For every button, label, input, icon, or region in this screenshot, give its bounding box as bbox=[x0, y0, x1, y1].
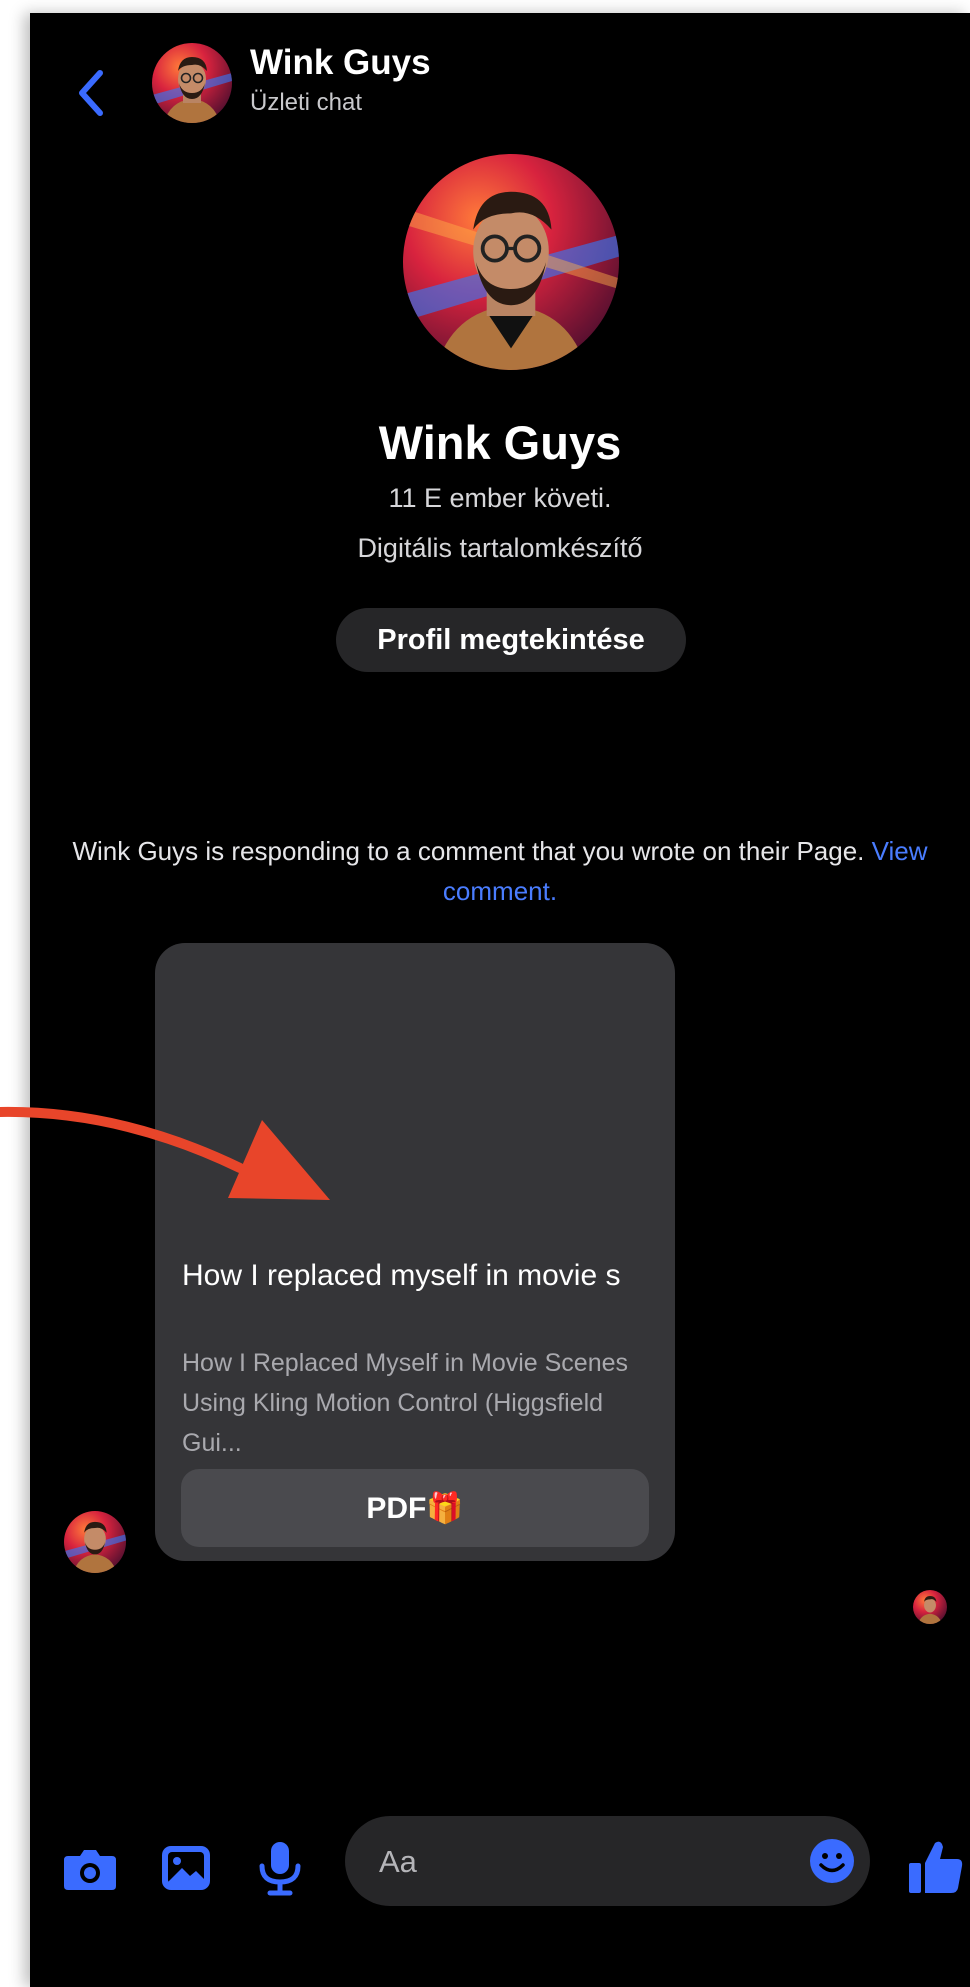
image-icon bbox=[162, 1846, 210, 1890]
profile-category: Digitális tartalomkészítő bbox=[357, 533, 643, 563]
camera-icon bbox=[64, 1850, 116, 1890]
chevron-left-icon bbox=[79, 70, 103, 116]
like-button[interactable] bbox=[907, 1835, 965, 1897]
avatar bbox=[64, 1511, 126, 1573]
gallery-button[interactable] bbox=[156, 1838, 216, 1898]
card-title: How I replaced myself in movie s bbox=[182, 1259, 621, 1292]
view-profile-button[interactable]: Profil megtekintése bbox=[336, 608, 686, 672]
comment-notice: Wink Guys is responding to a comment tha… bbox=[70, 831, 930, 911]
chat-screen: Wink Guys Üzleti chat Wink Guys 11 E emb… bbox=[30, 13, 970, 1987]
avatar bbox=[913, 1590, 947, 1624]
header-subtitle: Üzleti chat bbox=[250, 89, 363, 116]
profile-avatar[interactable] bbox=[403, 154, 619, 370]
profile-name: Wink Guys bbox=[378, 416, 622, 469]
header-title[interactable]: Wink Guys bbox=[250, 43, 431, 83]
notice-text: Wink Guys is responding to a comment tha… bbox=[72, 836, 865, 866]
message-composer[interactable] bbox=[345, 1816, 870, 1906]
microphone-icon bbox=[259, 1842, 301, 1896]
avatar bbox=[152, 43, 232, 123]
message-card[interactable]: How I replaced myself in movie s How I R… bbox=[155, 943, 675, 1561]
pdf-button[interactable]: PDF🎁 bbox=[181, 1469, 649, 1547]
back-button[interactable] bbox=[72, 51, 112, 131]
camera-button[interactable] bbox=[60, 1838, 120, 1898]
read-receipt-avatar bbox=[913, 1590, 947, 1624]
thumbs-up-icon bbox=[909, 1841, 963, 1893]
arrow-icon bbox=[0, 1106, 330, 1200]
smiley-icon bbox=[810, 1839, 854, 1883]
message-input[interactable] bbox=[377, 1836, 761, 1888]
profile-followers: 11 E ember követi. bbox=[388, 483, 612, 513]
avatar bbox=[403, 154, 619, 370]
card-description: How I Replaced Myself in Movie Scenes Us… bbox=[182, 1349, 629, 1457]
annotation-arrow bbox=[0, 1080, 340, 1230]
sender-avatar[interactable] bbox=[64, 1511, 126, 1573]
emoji-button[interactable] bbox=[807, 1836, 857, 1886]
voice-button[interactable] bbox=[250, 1838, 310, 1898]
header-avatar[interactable] bbox=[152, 43, 232, 123]
